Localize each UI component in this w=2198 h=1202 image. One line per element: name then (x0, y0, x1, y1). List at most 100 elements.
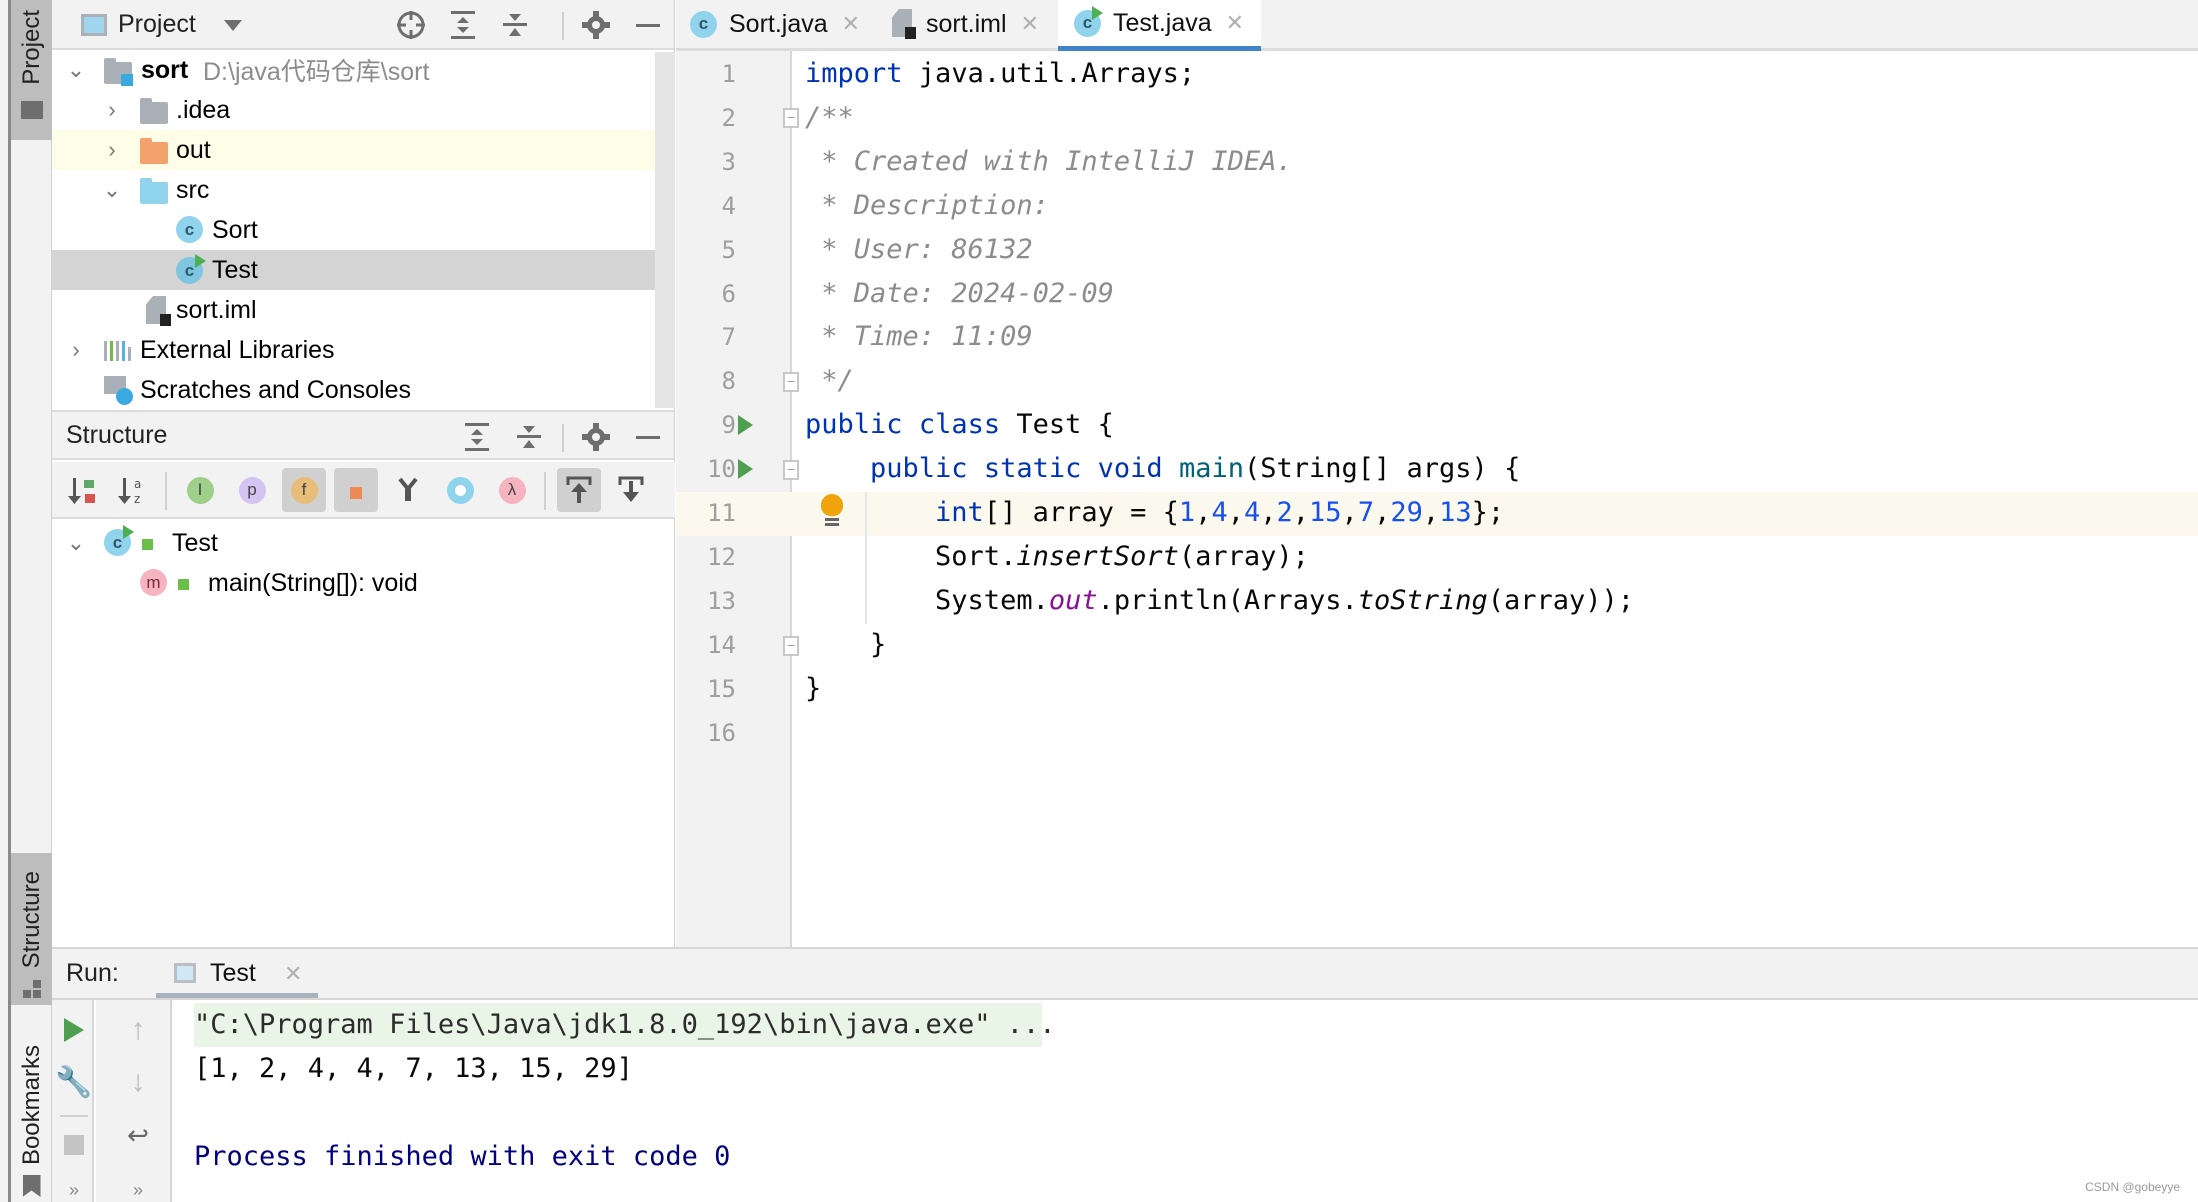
run-class-gutter-icon[interactable] (738, 415, 753, 435)
sort-by-visibility-button[interactable] (60, 468, 104, 512)
minimize-icon[interactable] (628, 0, 668, 50)
tool-tab-project[interactable]: Project (11, 0, 52, 140)
code-line[interactable]: /** (805, 96, 854, 140)
close-icon[interactable]: ✕ (842, 11, 860, 37)
run-toolbar-secondary: ↑ ↓ ↩ » (96, 1000, 172, 1202)
tree-item-idea[interactable]: › .idea (52, 90, 657, 130)
run-main-gutter-icon[interactable] (738, 459, 753, 479)
module-badge-icon (121, 74, 133, 86)
tree-item-sort-iml[interactable]: sort.iml (52, 290, 657, 330)
minimize-icon[interactable] (628, 412, 668, 462)
editor-tab-test-java[interactable]: c Test.java ✕ (1058, 0, 1261, 51)
expand-all-icon[interactable] (457, 412, 497, 462)
fold-marker-icon[interactable]: − (783, 108, 799, 128)
stop-icon[interactable] (54, 1125, 94, 1165)
show-inherited-button[interactable]: I (178, 468, 222, 512)
sort-alphabetically-button[interactable]: az (110, 468, 154, 512)
fold-marker-icon[interactable]: − (783, 460, 799, 480)
show-fields-button[interactable]: f (282, 468, 326, 512)
autoscroll-to-source-button[interactable] (557, 468, 601, 512)
show-lambdas-button[interactable]: λ (490, 468, 534, 512)
chevron-right-icon[interactable]: › (100, 130, 124, 170)
arrow-down-icon[interactable]: ↓ (118, 1062, 158, 1102)
tree-item-sort-module[interactable]: ⌄ sort D:\java代码仓库\sort (52, 50, 657, 90)
structure-item-main[interactable]: m main(String[]): void (52, 563, 657, 603)
chevron-down-icon[interactable]: ⌄ (100, 170, 124, 210)
code-line[interactable]: * Time: 11:09 (805, 315, 1032, 359)
tool-tab-structure[interactable]: Structure (11, 853, 52, 1005)
code-line[interactable]: * Date: 2024-02-09 (805, 272, 1114, 316)
line-number: 14 (707, 630, 736, 659)
tree-item-label: External Libraries (140, 335, 335, 364)
locate-icon[interactable] (391, 0, 431, 50)
code-line[interactable]: public class Test { (805, 403, 1114, 447)
fork-icon (398, 477, 418, 501)
tree-item-src[interactable]: ⌄ src (52, 170, 657, 210)
show-non-public-button[interactable] (334, 468, 378, 512)
run-panel-header: Run: Test ✕ (52, 947, 2198, 1000)
show-lambdas-tree-button[interactable] (386, 468, 430, 512)
show-properties-button[interactable]: p (230, 468, 274, 512)
inherited-icon: I (186, 476, 214, 504)
line-number: 5 (721, 235, 736, 264)
chevron-down-icon[interactable]: ⌄ (64, 523, 88, 563)
tree-item-scratches[interactable]: Scratches and Consoles (52, 370, 657, 410)
line-number: 1 (721, 60, 736, 88)
code-line[interactable]: * Created with IntelliJ IDEA. (805, 140, 1292, 184)
code-line[interactable]: * User: 86132 (805, 228, 1032, 272)
more-icon[interactable]: » (118, 1170, 158, 1202)
fold-marker-icon[interactable]: − (783, 636, 799, 656)
run-label: Run: (66, 959, 119, 987)
more-icon[interactable]: » (54, 1170, 94, 1202)
line-number: 10 (707, 455, 736, 484)
code-line[interactable]: * Description: (805, 184, 1049, 228)
fold-marker-icon[interactable]: − (783, 372, 799, 392)
chevron-down-icon[interactable]: ⌄ (64, 50, 88, 90)
tree-item-test-class[interactable]: c Test (52, 250, 657, 290)
structure-item-test[interactable]: ⌄ c Test (52, 523, 657, 563)
collapse-all-icon[interactable] (509, 412, 549, 462)
code-line[interactable]: } (805, 667, 821, 711)
code-line[interactable]: import java.util.Arrays; (805, 52, 1195, 96)
project-view-title[interactable]: Project (118, 10, 196, 39)
wrench-icon[interactable]: 🔧 (54, 1062, 94, 1102)
tree-item-sort-class[interactable]: c Sort (52, 210, 657, 250)
rerun-icon[interactable] (54, 1010, 94, 1050)
code-line[interactable]: Sort.insertSort(array); (805, 535, 1309, 579)
code-line[interactable]: int[] array = {1,4,4,2,15,7,29,13}; (805, 491, 1504, 535)
svg-text:z: z (134, 492, 140, 506)
expand-all-icon[interactable] (443, 0, 483, 50)
autoscroll-from-source-button[interactable] (609, 468, 653, 512)
anonymous-class-icon (446, 476, 474, 504)
lightbulb-icon[interactable] (820, 494, 844, 530)
code-line[interactable]: */ (805, 359, 854, 403)
gear-icon[interactable] (576, 0, 616, 50)
collapse-all-icon[interactable] (495, 0, 535, 50)
tree-item-out[interactable]: › out (52, 130, 657, 170)
close-icon[interactable]: ✕ (1021, 11, 1039, 37)
tree-item-external-libraries[interactable]: › External Libraries (52, 330, 657, 370)
gear-icon[interactable] (576, 412, 616, 462)
project-scrollbar[interactable] (655, 52, 675, 408)
close-icon[interactable]: ✕ (1226, 10, 1244, 36)
code-line[interactable]: System.out.println(Arrays.toString(array… (805, 579, 1634, 623)
line-number: 13 (707, 586, 736, 615)
run-tab-test[interactable]: Test ✕ (156, 949, 318, 998)
editor-tab-sort-java[interactable]: c Sort.java ✕ (690, 0, 860, 48)
class-icon: c (690, 10, 717, 38)
chevron-down-icon[interactable] (224, 20, 242, 31)
show-anonymous-button[interactable] (438, 468, 482, 512)
chevron-right-icon[interactable]: › (100, 90, 124, 130)
tool-tab-bookmarks[interactable]: Bookmarks (11, 1025, 52, 1202)
tool-tab-bookmarks-label: Bookmarks (17, 1045, 45, 1166)
editor-tab-sort-iml[interactable]: sort.iml ✕ (892, 0, 1039, 48)
arrow-up-icon[interactable]: ↑ (118, 1010, 158, 1050)
close-icon[interactable]: ✕ (284, 961, 302, 987)
code-line[interactable]: public static void main(String[] args) { (805, 447, 1520, 491)
tree-item-label: out (176, 135, 211, 164)
line-number: 8 (721, 367, 736, 396)
tree-item-label: Sort (212, 215, 258, 244)
soft-wrap-icon[interactable]: ↩ (118, 1115, 158, 1155)
code-line[interactable]: } (805, 623, 886, 667)
chevron-right-icon[interactable]: › (64, 330, 88, 370)
